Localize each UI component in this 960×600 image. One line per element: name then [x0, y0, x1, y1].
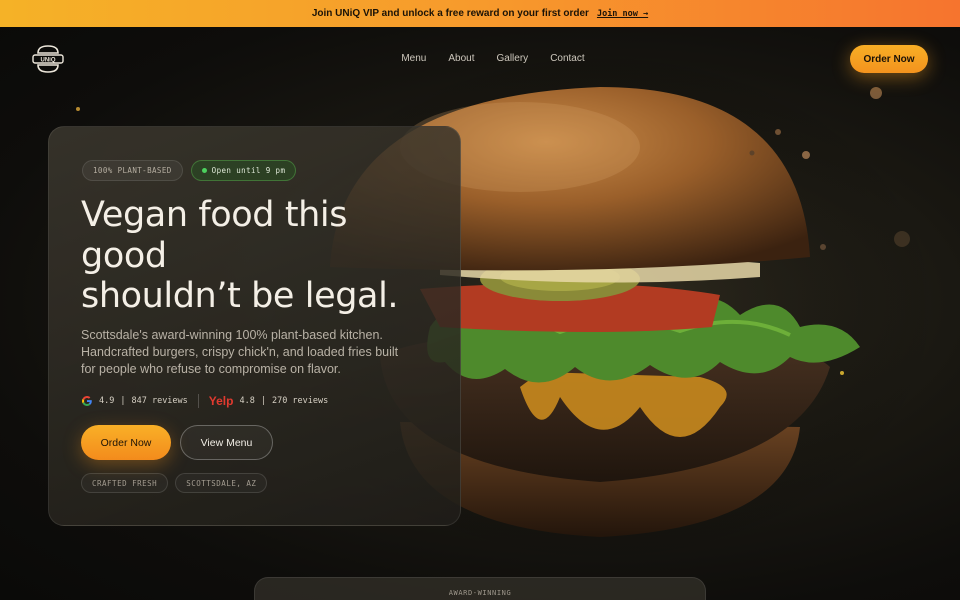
- promo-text: Join UNiQ VIP and unlock a free reward o…: [311, 8, 589, 19]
- hero-card: 100% PLANT-BASED Open until 9 pm Vegan f…: [48, 126, 461, 526]
- headline-line-3: shouldn’t be legal.: [81, 276, 399, 316]
- plant-based-badge: 100% PLANT-BASED: [82, 160, 183, 181]
- open-hours-badge: Open until 9 pm: [190, 160, 297, 181]
- hero-subtitle: Scottsdale's award-winning 100% plant-ba…: [81, 328, 399, 376]
- headline-line-1: Vegan food this: [81, 195, 348, 235]
- nav-order-now-button[interactable]: Order Now: [850, 45, 928, 73]
- headline-line-2: good: [81, 235, 167, 276]
- nav-link-gallery[interactable]: Gallery: [497, 53, 529, 64]
- view-menu-button[interactable]: View Menu: [180, 425, 273, 460]
- hero-badges: 100% PLANT-BASED Open until 9 pm: [82, 160, 297, 181]
- crafted-fresh-tag: CRAFTED FRESH: [81, 473, 169, 493]
- nav-links: Menu About Gallery Contact: [0, 27, 960, 89]
- yelp-reviews: 270 reviews: [271, 396, 329, 406]
- google-reviews: 847 reviews: [131, 396, 188, 406]
- award-label: AWARD-WINNING: [448, 589, 512, 597]
- yelp-divider: |: [260, 396, 266, 406]
- hero-tags: CRAFTED FRESH SCOTTSDALE, AZ: [81, 473, 268, 493]
- join-now-link[interactable]: Join now →: [597, 9, 648, 19]
- open-status-dot-icon: [201, 168, 207, 173]
- top-navigation: UNiQ Menu About Gallery Contact Order No…: [0, 27, 960, 89]
- open-hours-text: Open until 9 pm: [211, 166, 286, 175]
- ratings-divider: [197, 394, 199, 408]
- nav-link-contact[interactable]: Contact: [550, 53, 584, 64]
- yelp-logo-icon: Yelp: [208, 394, 234, 408]
- order-now-button[interactable]: Order Now: [81, 425, 171, 460]
- google-score: 4.9: [99, 396, 115, 406]
- ratings-row: 4.9 | 847 reviews Yelp 4.8 | 270 reviews: [81, 394, 328, 408]
- yelp-score: 4.8: [239, 396, 255, 406]
- promo-banner: Join UNiQ VIP and unlock a free reward o…: [0, 0, 960, 27]
- award-section: AWARD-WINNING: [254, 577, 706, 600]
- location-tag: SCOTTSDALE, AZ: [175, 473, 268, 493]
- google-divider: |: [120, 396, 126, 406]
- hero-headline: Vegan food this good shouldn’t be legal.: [81, 195, 441, 317]
- google-icon: [82, 396, 92, 406]
- nav-link-menu[interactable]: Menu: [401, 53, 426, 64]
- nav-link-about[interactable]: About: [448, 53, 474, 64]
